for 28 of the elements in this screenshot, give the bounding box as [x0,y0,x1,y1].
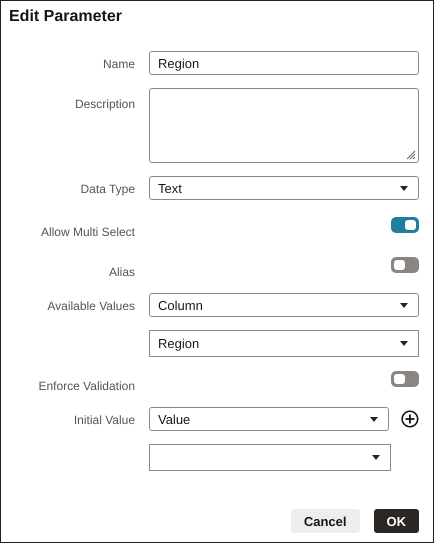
input-field[interactable]: Region [149,51,419,75]
resize-grip-icon[interactable] [405,149,416,160]
dropdown[interactable]: Text [149,176,419,200]
toggle-switch[interactable] [391,217,419,233]
dropdown[interactable]: Value [149,407,390,431]
cancel-button[interactable]: Cancel [290,509,360,533]
field-label: Available Values [47,299,135,313]
caret-icon [400,302,408,308]
field-label: Data Type [80,182,135,196]
field-label: Alias [108,265,135,279]
caret-icon [400,341,408,346]
field-label: Initial Value [74,413,135,427]
field-label: Description [74,97,135,111]
text-area[interactable] [149,88,419,163]
caret-icon [370,416,378,422]
add-icon[interactable] [401,410,419,428]
dropdown[interactable]: Column [149,293,419,317]
dropdown[interactable] [149,444,391,471]
field-label: Name [102,57,135,71]
toggle-switch[interactable] [391,371,419,387]
dropdown[interactable]: Region [149,330,419,357]
field-label: Enforce Validation [38,379,135,393]
field-label: Allow Multi Select [40,225,135,239]
ok-button[interactable]: OK [374,509,419,533]
dialog-title: Edit Parameter [8,7,123,27]
caret-icon [400,186,408,190]
toggle-switch[interactable] [391,257,419,273]
caret-icon [372,455,380,460]
